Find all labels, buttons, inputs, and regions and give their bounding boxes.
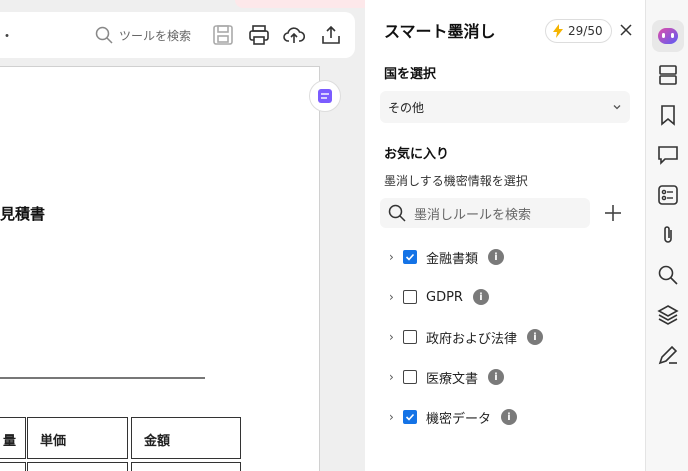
attachment-icon[interactable] xyxy=(656,223,680,247)
table-header-cell: 金額 xyxy=(131,417,241,459)
rule-checkbox[interactable] xyxy=(403,330,417,344)
tool-search[interactable]: ツールを検索 xyxy=(95,25,191,45)
info-icon[interactable]: i xyxy=(472,289,489,305)
rule-checkbox[interactable] xyxy=(403,370,417,384)
table-cell xyxy=(0,462,26,471)
ai-assistant-rail-button[interactable] xyxy=(652,20,684,52)
layers-icon[interactable] xyxy=(656,303,680,327)
search-icon[interactable] xyxy=(656,263,680,287)
divider-line xyxy=(0,377,205,379)
info-icon[interactable]: i xyxy=(488,369,505,385)
right-tool-rail xyxy=(645,0,688,471)
add-rule-icon[interactable] xyxy=(603,203,623,223)
bookmark-icon[interactable] xyxy=(656,103,680,127)
rule-item[interactable]: › 医療文書 i xyxy=(389,367,505,387)
smart-redact-panel: スマート墨消し 29/50 国を選択 その他 お気に入り 墨消しする機密情報を選… xyxy=(365,0,645,471)
rule-checkbox[interactable] xyxy=(403,290,417,304)
favorites-label: お気に入り xyxy=(384,147,450,162)
rule-label: 政府および法律 xyxy=(426,331,518,347)
chevron-right-icon[interactable]: › xyxy=(389,330,399,344)
rule-checkbox[interactable] xyxy=(403,410,417,424)
country-select[interactable]: その他 xyxy=(380,91,630,123)
info-icon[interactable]: i xyxy=(488,249,505,265)
ai-assistant-icon xyxy=(658,28,678,44)
rule-item[interactable]: › 政府および法律 i xyxy=(389,327,544,347)
sign-icon[interactable] xyxy=(656,343,680,367)
table-header-cell: 量 xyxy=(0,417,26,459)
rule-label: 機密データ xyxy=(426,411,492,427)
country-label: 国を選択 xyxy=(384,67,437,82)
info-icon[interactable]: i xyxy=(501,409,518,425)
search-icon xyxy=(95,26,113,44)
rule-checkbox[interactable] xyxy=(403,250,417,264)
search-icon xyxy=(388,204,406,222)
rule-label: 金融書類 xyxy=(426,251,479,267)
info-icon[interactable]: i xyxy=(527,329,544,345)
chevron-right-icon[interactable]: › xyxy=(389,250,399,264)
rule-search-placeholder: 墨消しルールを検索 xyxy=(414,207,532,223)
pages-icon[interactable] xyxy=(656,63,680,87)
rule-label: 医療文書 xyxy=(426,371,479,387)
table-cell xyxy=(131,462,241,471)
cloud-upload-icon[interactable] xyxy=(283,24,305,46)
tool-search-label: ツールを検索 xyxy=(119,28,192,43)
table-header-cell: 単価 xyxy=(27,417,128,459)
country-select-value: その他 xyxy=(388,100,425,115)
comment-icon[interactable] xyxy=(656,143,680,167)
check-icon xyxy=(405,413,415,421)
ai-assistant-icon xyxy=(318,89,332,103)
print-icon[interactable] xyxy=(248,24,270,46)
chevron-right-icon[interactable]: › xyxy=(389,290,399,304)
document-page: 見積書 量 単価 金額 xyxy=(0,66,320,471)
menu-dot[interactable]: ・ xyxy=(0,26,14,46)
table-cell xyxy=(27,462,128,471)
check-icon xyxy=(405,253,415,261)
save-icon[interactable] xyxy=(212,24,234,46)
rule-search-input[interactable]: 墨消しルールを検索 xyxy=(380,198,590,228)
rule-item[interactable]: › 機密データ i xyxy=(389,407,518,427)
favorites-subtitle: 墨消しする機密情報を選択 xyxy=(384,174,528,188)
share-icon[interactable] xyxy=(320,24,342,46)
lightning-icon xyxy=(553,24,563,38)
chevron-down-icon xyxy=(613,105,621,110)
chevron-right-icon[interactable]: › xyxy=(389,410,399,424)
chevron-right-icon[interactable]: › xyxy=(389,370,399,384)
credits-badge[interactable]: 29/50 xyxy=(545,19,612,43)
document-area: ・ ツールを検索 見積書 量 単価 金額 xyxy=(0,0,420,471)
rule-item[interactable]: › 金融書類 i xyxy=(389,247,505,267)
document-title: 見積書 xyxy=(0,205,46,223)
document-toolbar: ・ ツールを検索 xyxy=(0,12,355,58)
ai-assistant-button[interactable] xyxy=(309,80,341,112)
form-fields-icon[interactable] xyxy=(656,183,680,207)
rule-item[interactable]: › GDPR i xyxy=(389,287,489,307)
credits-count: 29/50 xyxy=(568,24,603,38)
rule-label: GDPR xyxy=(426,289,463,305)
panel-title: スマート墨消し xyxy=(384,22,496,41)
close-icon[interactable] xyxy=(618,22,634,38)
